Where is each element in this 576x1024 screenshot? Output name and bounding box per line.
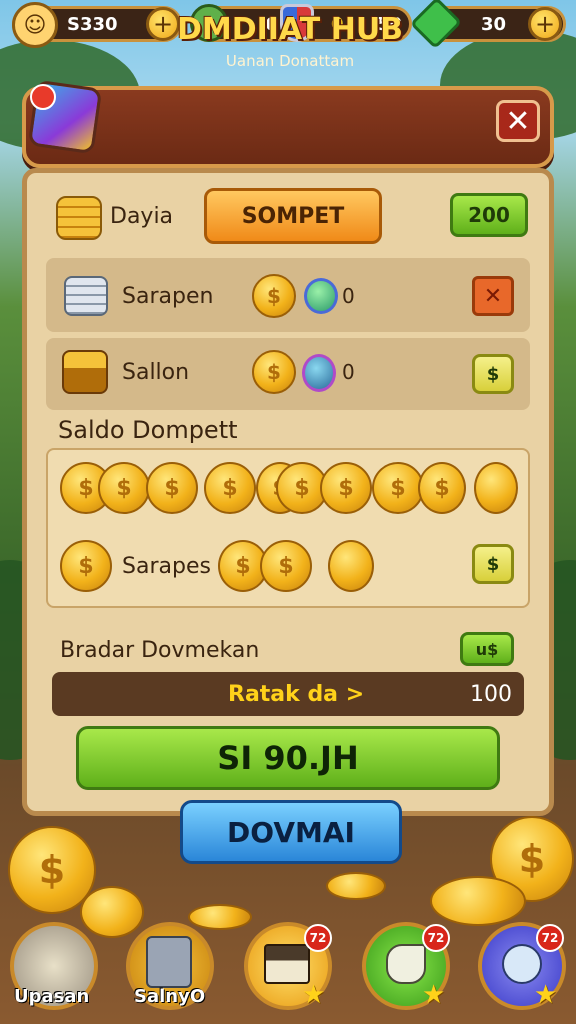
add-emeralds-button[interactable]: + bbox=[528, 7, 562, 41]
map-icon bbox=[502, 944, 542, 984]
coin-icon: $ bbox=[252, 274, 296, 318]
star-icon: ★ bbox=[302, 980, 326, 1010]
coins-value: S330 bbox=[67, 13, 118, 35]
sarapen-label: Sarapen bbox=[122, 284, 214, 309]
notification-badge: 72 bbox=[304, 924, 332, 952]
nav-upasan-label: Upasan bbox=[14, 986, 90, 1007]
sarapes-add-button[interactable]: $ bbox=[472, 544, 514, 584]
sarapen-cancel-button[interactable]: ✕ bbox=[472, 276, 514, 316]
globe-icon bbox=[302, 354, 336, 392]
silver-stack-icon bbox=[64, 276, 108, 316]
bird-icon bbox=[386, 944, 426, 984]
section-title: Saldo Dompett bbox=[58, 416, 238, 444]
red-orb-icon bbox=[30, 84, 56, 110]
star-icon: ★ bbox=[422, 980, 446, 1010]
sarapen-count: 0 bbox=[342, 284, 355, 308]
nav-salnyo-label: SalnyO bbox=[134, 986, 206, 1007]
globe-icon bbox=[304, 278, 338, 314]
avatar[interactable]: ☺ bbox=[12, 2, 58, 48]
sompet-button[interactable]: SOMPET bbox=[204, 188, 382, 244]
dayia-label: Dayia bbox=[110, 204, 174, 229]
coin-icon: $ bbox=[204, 462, 256, 514]
sallon-label: Sallon bbox=[122, 360, 190, 385]
book-icon bbox=[264, 944, 310, 984]
dayia-value-button[interactable]: 200 bbox=[450, 193, 528, 237]
confirm-amount-button[interactable]: SI 90.JH bbox=[76, 726, 500, 790]
coin-icon: $ bbox=[146, 462, 198, 514]
coin-icon bbox=[474, 462, 518, 514]
dovmai-button[interactable]: DOVMAI bbox=[180, 800, 402, 864]
coin-icon: $ bbox=[60, 540, 112, 592]
coin-icon bbox=[80, 886, 144, 938]
coin-icon: $ bbox=[98, 462, 150, 514]
coin-icon: $ bbox=[252, 350, 296, 394]
coin-icon: $ bbox=[372, 462, 424, 514]
close-button[interactable]: ✕ bbox=[496, 100, 540, 142]
coin-icon bbox=[430, 876, 526, 926]
coin-icon bbox=[328, 540, 374, 592]
calculator-icon bbox=[146, 936, 192, 988]
coin-icon: $ bbox=[320, 462, 372, 514]
sarapes-label: Sarapes bbox=[122, 554, 211, 579]
dialog-subtitle: Uanan Donattam bbox=[225, 52, 355, 70]
coin-icon bbox=[188, 904, 252, 930]
coin-icon: $ bbox=[260, 540, 312, 592]
dialog-header bbox=[22, 86, 554, 168]
notification-badge: 72 bbox=[422, 924, 450, 952]
rate-label: Ratak da > bbox=[228, 682, 365, 707]
coin-stack-icon bbox=[56, 196, 102, 240]
coin-icon bbox=[326, 872, 386, 900]
notification-badge: 72 bbox=[536, 924, 564, 952]
emeralds-value: 30 bbox=[481, 13, 507, 35]
rate-value: 100 bbox=[470, 682, 512, 707]
footer-label: Bradar Dovmekan bbox=[60, 638, 260, 663]
coin-icon: $ bbox=[418, 462, 466, 514]
currency-badge[interactable]: u$ bbox=[460, 632, 514, 666]
sallon-count: 0 bbox=[342, 360, 355, 384]
star-icon: ★ bbox=[534, 980, 558, 1010]
dialog-title: DMDIIAT HUB bbox=[176, 12, 404, 47]
sallon-add-button[interactable]: $ bbox=[472, 354, 514, 394]
treasure-chest-icon bbox=[62, 350, 108, 394]
